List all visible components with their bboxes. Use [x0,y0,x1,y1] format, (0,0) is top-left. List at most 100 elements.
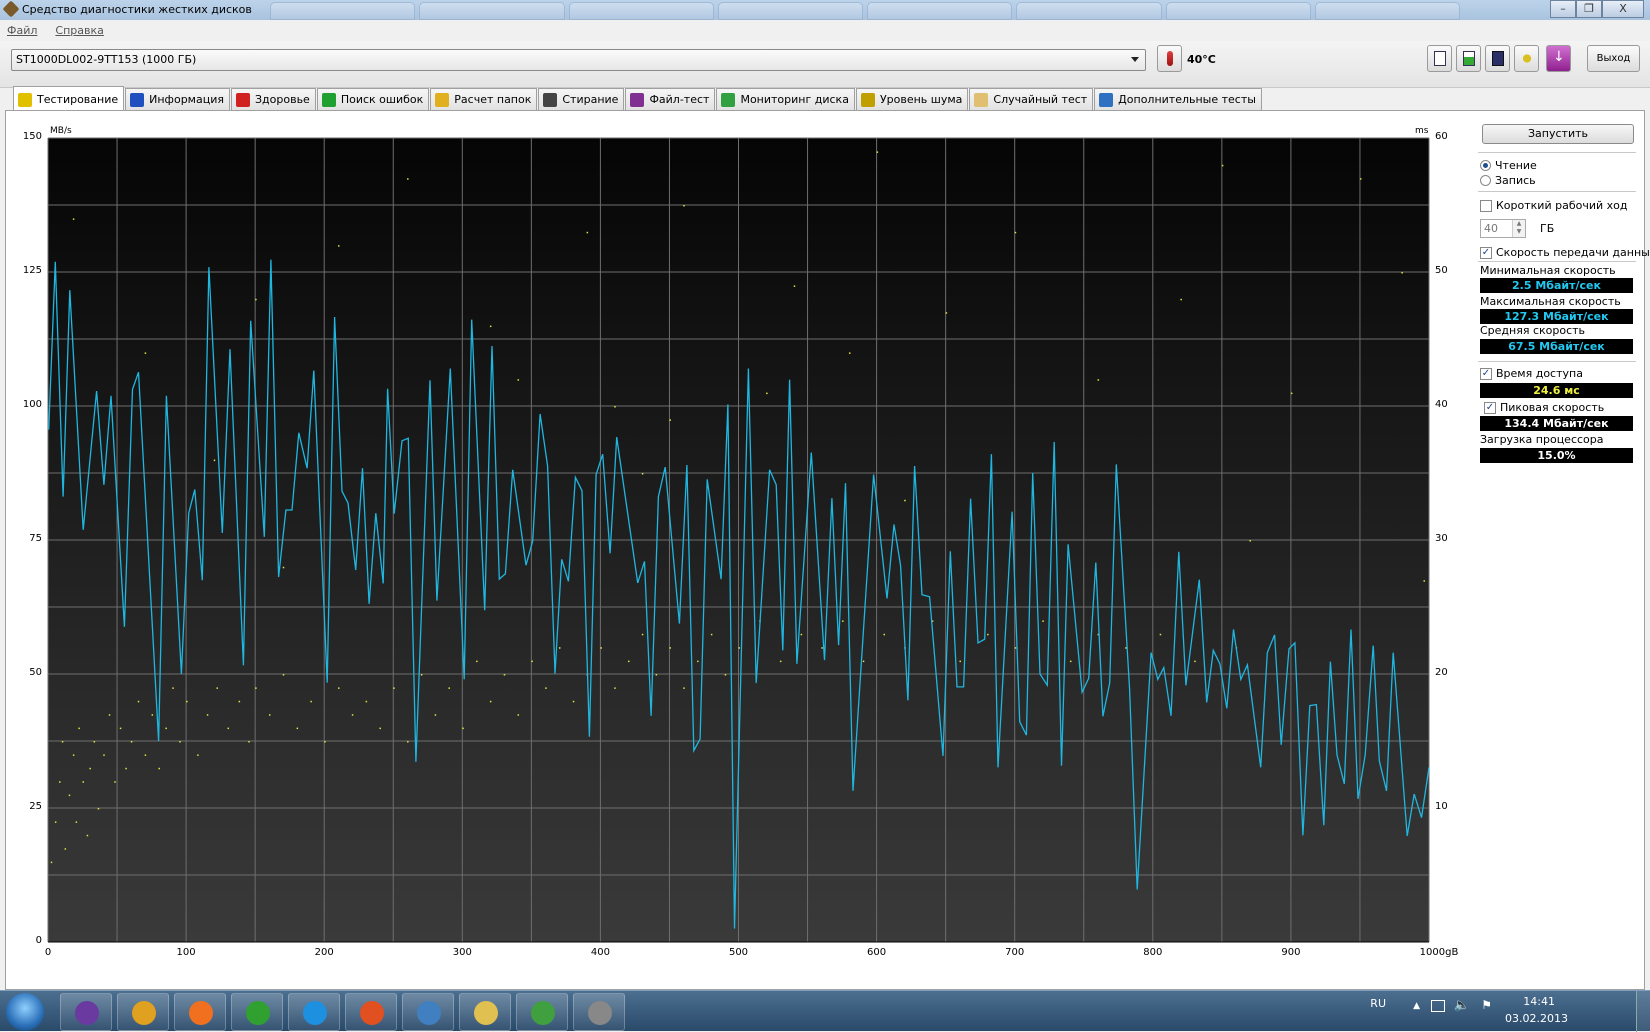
tab-9[interactable]: Случайный тест [969,88,1094,110]
transfer-rate-checkbox[interactable]: ✓ Скорость передачи данных [1480,246,1650,259]
taskbar-app-8[interactable] [516,993,568,1031]
access-time-point [282,566,285,569]
y-tick-label: 25 [29,801,42,812]
access-time-point [338,687,340,689]
thermometer-icon [1167,51,1173,66]
tab-3[interactable]: Поиск ошибок [316,88,430,110]
access-time-point [1014,231,1017,234]
access-time-point [1423,580,1425,582]
file-test-icon [630,93,645,107]
start-button[interactable] [6,993,44,1031]
access-time-point [434,714,437,716]
checkmark-icon: ✓ [1480,246,1492,259]
short-stroke-label: Короткий рабочий ход [1496,199,1628,212]
access-time-point [1194,660,1196,663]
access-time-point [669,647,671,649]
cpu-usage-label: Загрузка процессора [1480,433,1604,446]
access-time-point [1097,379,1100,381]
access-time-point [255,687,257,689]
temperature-button[interactable] [1157,45,1182,72]
access-time-checkbox[interactable]: ✓ Время доступа [1480,367,1583,380]
access-time-point [1014,647,1017,649]
tab-7[interactable]: Мониторинг диска [716,88,855,110]
start-button[interactable]: Запустить [1482,124,1634,144]
tab-4[interactable]: Расчет папок [430,88,538,110]
taskbar-app-5[interactable] [345,993,397,1031]
copy-text-icon [1434,51,1446,66]
menu-file[interactable]: Файл [7,24,37,41]
access-time-point [50,861,53,864]
tab-5[interactable]: Стирание [538,88,625,110]
tab-0[interactable]: Тестирование [13,86,125,110]
close-button[interactable]: X [1602,0,1644,18]
background-browser-tabs [270,2,1460,20]
access-time-point [614,687,616,689]
tab-8[interactable]: Уровень шума [855,88,969,110]
copy-text-button[interactable] [1427,45,1452,72]
short-stroke-stepper[interactable]: 40 ▲ ▼ [1480,219,1526,238]
burst-rate-value: 134.4 Мбайт/сек [1480,416,1633,431]
volume-icon[interactable]: 🔈 [1454,998,1470,1013]
tab-label: Расчет папок [454,93,532,106]
access-time-point [407,741,409,743]
burst-rate-checkbox[interactable]: ✓ Пиковая скорость [1484,401,1604,414]
access-time-point [72,754,75,756]
visual-studio-icon [75,1001,99,1025]
radio-write-icon [1480,175,1491,186]
access-time-point [848,352,851,354]
taskbar-app-3[interactable] [231,993,283,1031]
access-time-point [641,473,644,475]
access-time-point [987,633,989,636]
access-time-point [1401,272,1403,274]
access-time-point [351,714,354,716]
read-radio[interactable]: Чтение [1480,159,1537,172]
minimize-button[interactable]: – [1550,0,1576,18]
network-icon[interactable] [1431,1000,1445,1012]
tab-label: Мониторинг диска [740,93,849,106]
taskbar-app-9[interactable] [573,993,625,1031]
y2-tick-label: 50 [1435,265,1448,276]
access-time-point [793,285,796,287]
taskbar-app-4[interactable] [288,993,340,1031]
language-indicator[interactable]: RU [1370,997,1386,1010]
trash-icon [543,93,558,107]
clock-time[interactable]: 14:41 [1523,995,1555,1008]
short-stroke-checkbox[interactable]: Короткий рабочий ход [1480,199,1627,212]
tab-6[interactable]: Файл-тест [625,88,716,110]
y-axis-unit: MB/s [50,126,72,136]
access-time-point [1180,298,1182,301]
drive-select[interactable]: ST1000DL002-9TT153 (1000 ГБ) [11,49,1146,71]
x-tick-label: 900 [1281,947,1301,958]
taskbar-app-2[interactable] [174,993,226,1031]
copy-screenshot-icon [1463,51,1475,66]
tab-1[interactable]: Информация [125,88,230,110]
save-button[interactable] [1485,45,1510,72]
tab-10[interactable]: Дополнительные тесты [1094,88,1262,110]
copy-screenshot-button[interactable] [1456,45,1481,72]
access-time-point [517,379,520,381]
taskbar-app-1[interactable] [117,993,169,1031]
x-tick-label: 500 [728,947,749,958]
action-center-flag-icon[interactable]: ⚑ [1481,998,1492,1012]
exit-button[interactable]: Выход [1587,45,1640,72]
taskbar-app-0[interactable] [60,993,112,1031]
x-tick-label: 0 [44,947,52,958]
taskbar-app-7[interactable] [459,993,511,1031]
x-tick-label: 300 [452,947,472,958]
show-hidden-icons-icon[interactable]: ▲ [1413,1001,1420,1011]
restore-button[interactable]: ❐ [1576,0,1602,18]
taskbar-app-6[interactable] [402,993,454,1031]
access-time-value: 24.6 мс [1480,383,1633,398]
tab-2[interactable]: Здоровье [230,88,316,110]
x-tick-label: 600 [867,947,887,958]
calculator-icon [1099,93,1114,107]
clock-date[interactable]: 03.02.2013 [1505,1012,1568,1025]
download-button[interactable]: ↓ [1546,45,1571,72]
show-desktop-button[interactable] [1636,991,1650,1032]
options-button[interactable] [1514,45,1539,72]
stepper-arrows-icon[interactable]: ▲ ▼ [1512,220,1525,237]
access-time-point [572,700,575,703]
min-speed-label: Минимальная скорость [1480,264,1616,277]
menu-help[interactable]: Справка [55,24,103,41]
write-radio[interactable]: Запись [1480,174,1536,187]
